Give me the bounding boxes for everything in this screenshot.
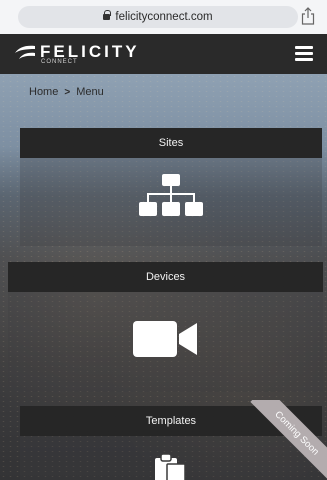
coming-soon-ribbon-wrapper: Coming Soon [232, 400, 327, 480]
clipboard-icon [155, 453, 186, 480]
devices-card-body[interactable] [8, 292, 323, 392]
address-bar[interactable]: felicityconnect.com [18, 6, 298, 28]
app-header: FELICITY CONNECT [0, 34, 327, 74]
share-icon[interactable] [301, 7, 315, 25]
sites-card[interactable]: Sites [20, 128, 322, 246]
video-camera-icon [132, 321, 197, 357]
breadcrumb-separator: > [64, 86, 71, 98]
logo-swoosh-icon [15, 45, 35, 59]
devices-card[interactable]: Devices [8, 262, 323, 392]
coming-soon-badge: Coming Soon [250, 400, 327, 480]
hamburger-menu-icon[interactable] [295, 46, 313, 62]
breadcrumb: Home > Menu [29, 86, 104, 98]
breadcrumb-current: Menu [76, 86, 104, 98]
sites-card-title: Sites [20, 128, 322, 158]
lock-icon [103, 10, 112, 22]
logo-subtitle: CONNECT [41, 59, 78, 65]
sitemap-icon [139, 174, 203, 216]
sites-card-body[interactable] [20, 158, 322, 246]
breadcrumb-home-link[interactable]: Home [29, 86, 58, 98]
devices-card-title: Devices [8, 262, 323, 292]
browser-url-bar: felicityconnect.com [0, 0, 327, 34]
url-text: felicityconnect.com [115, 11, 213, 23]
